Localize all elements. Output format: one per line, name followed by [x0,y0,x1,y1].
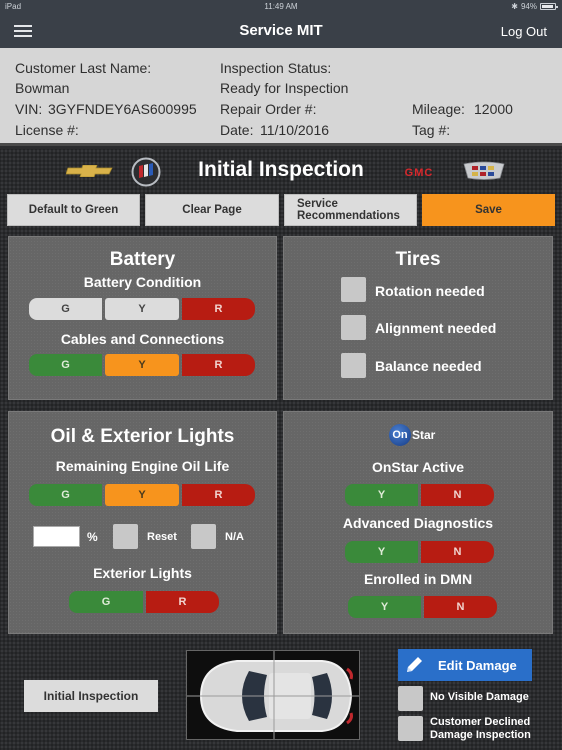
battery-condition-y[interactable]: Y [105,298,179,320]
cadillac-logo [463,161,505,180]
mileage-value: 12000 [474,101,513,117]
cables-connections-label: Cables and Connections [60,331,225,347]
cables-g[interactable]: G [29,354,102,376]
tag-label: Tag #: [412,122,451,138]
exterior-lights-label: Exterior Lights [93,565,192,581]
oil-percent-input[interactable] [33,526,80,547]
alignment-checkbox[interactable] [341,315,366,340]
balance-label: Balance needed [375,358,482,374]
title-row: Initial Inspection GMC [0,155,562,189]
vin-label: VIN: [15,101,43,117]
oil-y[interactable]: Y [105,484,179,506]
advanced-diagnostics-selector: Y N [345,541,494,563]
na-label: N/A [225,531,244,543]
date-value: 11/10/2016 [260,122,330,138]
battery-condition-selector: G Y R [29,298,255,320]
balance-checkbox[interactable] [341,353,366,378]
oil-life-selector: G Y R [29,484,255,506]
onstar-active-n[interactable]: N [421,484,494,506]
onstar-active-selector: Y N [345,484,494,506]
onstar-panel: On Star OnStar Active Y N Advanced Diagn… [283,411,553,634]
repair-order-label: Repair Order #: [220,101,317,117]
enrolled-dmn-selector: Y N [348,596,497,618]
onstar-logo: On Star [389,424,435,446]
car-top-view-icon [187,651,359,739]
advanced-diagnostics-label: Advanced Diagnostics [342,515,494,531]
diagnostics-n[interactable]: N [421,541,494,563]
battery-condition-g[interactable]: G [29,298,102,320]
oil-lights-panel: Oil & Exterior Lights Remaining Engine O… [8,411,277,634]
customer-declined-checkbox[interactable] [398,716,423,741]
oil-life-label: Remaining Engine Oil Life [55,458,230,474]
lights-g[interactable]: G [69,591,143,613]
reset-label: Reset [147,531,177,543]
dmn-y[interactable]: Y [348,596,421,618]
lights-r[interactable]: R [146,591,219,613]
toolbar: Default to Green Clear Page Service Recom… [7,194,555,226]
battery-condition-label: Battery Condition [83,274,202,290]
percent-symbol: % [87,530,98,544]
initial-inspection-button[interactable]: Initial Inspection [24,680,158,712]
no-visible-damage-checkbox[interactable] [398,686,423,711]
enrolled-dmn-label: Enrolled in DMN [363,571,473,587]
edit-damage-button[interactable]: Edit Damage [398,649,532,681]
last-name-value: Bowman [15,80,70,96]
vin-value: 3GYFNDEY6AS600995 [48,101,197,117]
tires-title: Tires [395,249,441,270]
dmn-n[interactable]: N [424,596,497,618]
date-label: Date: [220,122,254,138]
onstar-active-label: OnStar Active [371,459,465,475]
last-name-label: Customer Last Name: [15,60,152,76]
diagnostics-y[interactable]: Y [345,541,418,563]
alignment-label: Alignment needed [375,320,497,336]
app-title: Service MIT [239,22,323,39]
gmc-logo: GMC [405,167,434,178]
onstar-active-y[interactable]: Y [345,484,418,506]
battery-condition-r[interactable]: R [182,298,255,320]
battery-title: Battery [109,249,176,270]
default-to-green-button[interactable]: Default to Green [7,194,140,226]
reset-checkbox[interactable] [113,524,138,549]
battery-percent: 94% [520,2,537,11]
cables-y[interactable]: Y [105,354,179,376]
tires-panel: Tires Rotation needed Alignment needed B… [283,236,553,400]
logout-button[interactable]: Log Out [501,24,547,39]
battery-icon [540,3,558,10]
battery-panel: Battery Battery Condition G Y R Cables a… [8,236,277,400]
na-checkbox[interactable] [191,524,216,549]
top-bar: iPad 11:49 AM ✱ 94% Service MIT Log Out [0,0,562,48]
svg-text:GMC: GMC [405,167,434,178]
status-bar: iPad 11:49 AM ✱ 94% [0,0,562,14]
status-time: 11:49 AM [264,2,298,11]
no-visible-damage-label: No Visible Damage [430,691,529,703]
customer-info-header: Customer Last Name: Bowman VIN: 3GYFNDEY… [0,48,562,146]
clear-page-button[interactable]: Clear Page [145,194,279,226]
customer-declined-label: Customer Declined Damage Inspection [430,716,531,741]
inspection-status-value: Ready for Inspection [220,80,349,96]
rotation-label: Rotation needed [375,283,485,299]
oil-lights-title: Oil & Exterior Lights [50,426,235,447]
car-damage-diagram[interactable] [186,650,360,740]
cables-connections-selector: G Y R [29,354,255,376]
license-label: License #: [15,122,79,138]
save-button[interactable]: Save [422,194,555,226]
mileage-label: Mileage: [412,101,465,117]
exterior-lights-selector: G R [69,591,219,613]
service-recommendations-button[interactable]: Service Recommendations [284,194,417,226]
cables-r[interactable]: R [182,354,255,376]
inspection-status-label: Inspection Status: [220,60,332,76]
oil-g[interactable]: G [29,484,102,506]
bluetooth-icon: ✱ [511,2,518,11]
rotation-checkbox[interactable] [341,277,366,302]
pencil-icon [407,657,422,672]
oil-r[interactable]: R [182,484,255,506]
